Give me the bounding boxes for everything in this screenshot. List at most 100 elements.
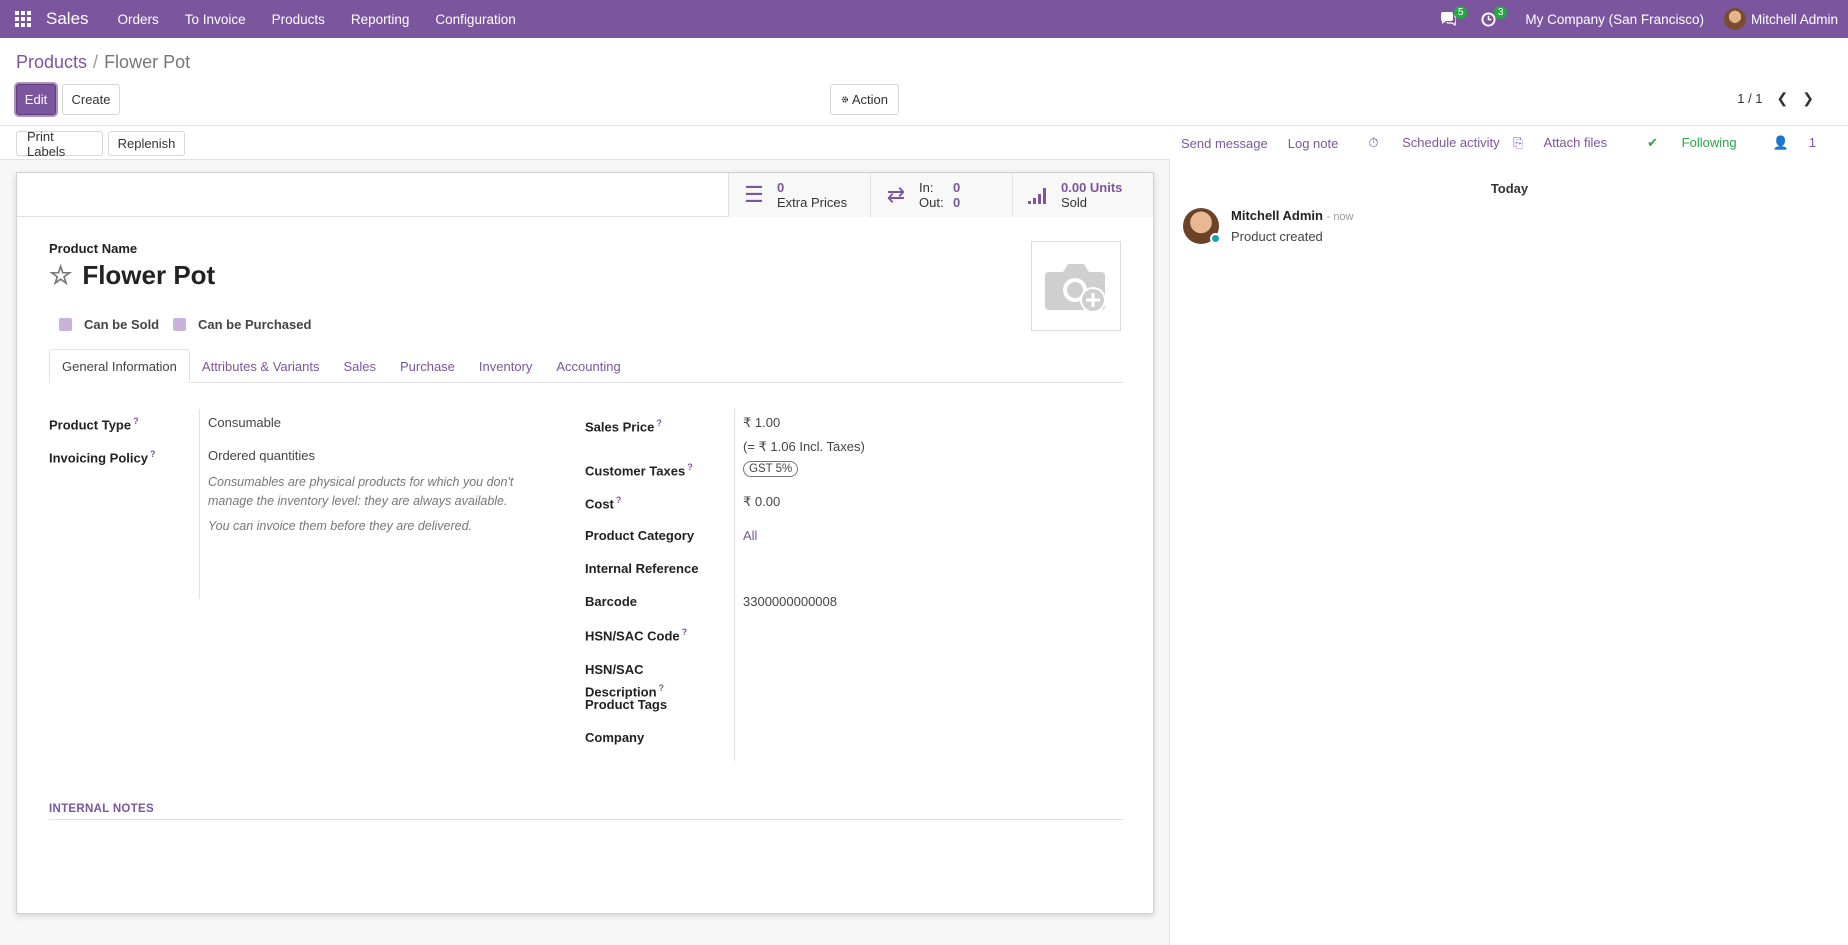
sales-price-field[interactable]: ₹ 1.00 (743, 415, 780, 431)
print-labels-button[interactable]: Print Labels (16, 129, 103, 159)
message-author[interactable]: Mitchell Admin (1231, 208, 1323, 223)
attach-files-button[interactable]: ⎘ Attach files (1503, 135, 1617, 151)
user-avatar (1723, 8, 1746, 30)
tab-general-information[interactable]: General Information (49, 349, 190, 383)
replenish-button[interactable]: Replenish (108, 131, 185, 156)
list-icon: ☰ (744, 182, 764, 207)
user-icon: 👤 (1772, 135, 1789, 150)
online-status-icon (1210, 233, 1221, 244)
breadcrumb-products[interactable]: Products (16, 52, 87, 72)
messages-button[interactable]: 5 (1433, 0, 1468, 38)
pager: 1 / 1 ❮ ❯ (1737, 90, 1814, 107)
invoicing-policy-select[interactable]: Ordered quantities (208, 448, 315, 463)
can-be-purchased-label: Can be Purchased (198, 317, 312, 332)
transfer-icon: ⇄ (886, 182, 906, 207)
user-menu[interactable]: Mitchell Admin (1723, 8, 1848, 30)
sales-price-label: Sales Price? (585, 418, 662, 435)
activities-badge: 3 (1493, 6, 1508, 19)
tab-purchase[interactable]: Purchase (388, 349, 467, 383)
can-be-sold-checkbox[interactable]: Can be Sold (59, 317, 159, 332)
message-body: Product created (1231, 229, 1323, 244)
create-button[interactable]: Create (62, 84, 120, 115)
breadcrumb-current: Flower Pot (104, 52, 191, 72)
menu-orders[interactable]: Orders (105, 12, 172, 27)
menu-reporting[interactable]: Reporting (338, 12, 423, 27)
out-value: 0 (953, 195, 961, 210)
action-button[interactable]: Action (830, 84, 899, 115)
cost-field[interactable]: ₹ 0.00 (743, 494, 780, 510)
company-label: Company (585, 730, 645, 745)
activities-button[interactable]: 3 (1473, 0, 1508, 38)
in-out-button[interactable]: ⇄ In: 0 Out: 0 (870, 173, 1012, 217)
product-name-label: Product Name (49, 241, 138, 256)
tab-attributes-variants[interactable]: Attributes & Variants (190, 349, 332, 383)
menu-configuration[interactable]: Configuration (422, 12, 528, 27)
customer-taxes-field[interactable]: GST 5% (743, 460, 799, 477)
product-type-select[interactable]: Consumable (208, 415, 281, 430)
edit-button[interactable]: Edit (16, 84, 56, 115)
sold-count: 0.00 Units (1061, 180, 1123, 195)
schedule-activity-button[interactable]: ⏱ Schedule activity (1358, 135, 1509, 151)
star-icon[interactable]: ☆ (49, 260, 72, 291)
product-name[interactable]: Flower Pot (82, 260, 215, 291)
followers-button[interactable]: 👤 1 (1763, 135, 1826, 151)
author-avatar[interactable] (1183, 208, 1221, 244)
sold-label: Sold (1061, 195, 1088, 210)
product-category-field[interactable]: All (743, 528, 757, 543)
checkbox-icon (173, 318, 186, 331)
statusbar: Print Labels Replenish (0, 126, 1170, 160)
clock-icon: ⏱ (1368, 135, 1379, 150)
tax-tag: GST 5% (743, 461, 799, 477)
invoice-hint: You can invoice them before they are del… (208, 519, 473, 533)
incl-taxes-text: (= ₹ 1.06 Incl. Taxes) (743, 439, 865, 454)
product-image[interactable] (1031, 241, 1121, 331)
paperclip-icon: ⎘ (1513, 135, 1524, 150)
date-separator: Today (1490, 181, 1529, 196)
chatter: Send message Log note ⏱ Schedule activit… (1171, 126, 1848, 945)
action-label: Action (851, 92, 888, 107)
sold-button[interactable]: 0.00 Units Sold (1012, 173, 1153, 217)
check-icon: ✔ (1647, 135, 1659, 150)
out-label: Out: (919, 195, 944, 210)
tab-accounting[interactable]: Accounting (544, 349, 632, 383)
breadcrumb: Products / Flower Pot (16, 52, 190, 73)
company-switcher[interactable]: My Company (San Francisco) (1513, 12, 1724, 27)
in-value: 0 (953, 180, 961, 195)
in-label: In: (919, 180, 934, 195)
chatter-topbar: Send message Log note ⏱ Schedule activit… (1171, 126, 1848, 160)
pager-value[interactable]: 1 / 1 (1737, 91, 1762, 106)
product-type-hint: Consumables are physical products for wh… (208, 475, 514, 508)
barcode-field[interactable]: 3300000000008 (743, 594, 837, 609)
tab-sales[interactable]: Sales (331, 349, 388, 383)
hsn-description-label: HSN/SAC Description? (585, 662, 665, 700)
internal-reference-label: Internal Reference (585, 561, 699, 576)
pager-next-icon[interactable]: ❯ (1802, 90, 1814, 107)
app-name[interactable]: Sales (46, 9, 89, 29)
user-name: Mitchell Admin (1750, 11, 1838, 27)
barcode-label: Barcode (585, 594, 638, 609)
extra-prices-count: 0 (777, 180, 785, 195)
extra-prices-button[interactable]: ☰ 0 Extra Prices (728, 173, 870, 217)
pager-previous-icon[interactable]: ❮ (1777, 90, 1789, 107)
log-note-button[interactable]: Log note (1288, 136, 1339, 151)
send-message-button[interactable]: Send message (1181, 136, 1268, 151)
notebook-tabs: General Information Attributes & Variant… (49, 349, 1123, 383)
apps-menu-icon[interactable] (0, 0, 46, 38)
control-panel: Products / Flower Pot Edit Create Action 1… (0, 38, 1848, 126)
form-sheet: ☰ 0 Extra Prices ⇄ In: 0 Out: 0 0.00 Units S… (16, 172, 1154, 914)
smart-buttons: ☰ 0 Extra Prices ⇄ In: 0 Out: 0 0.00 Units S… (728, 173, 1153, 217)
following-button[interactable]: ✔ Following (1637, 135, 1746, 151)
checkbox-icon (59, 318, 72, 331)
hsn-code-label: HSN/SAC Code? (585, 627, 688, 644)
product-type-label: Product Type? (49, 416, 139, 433)
gear-icon (841, 96, 849, 103)
message-time: - now (1326, 211, 1354, 223)
product-tags-label: Product Tags (585, 697, 668, 712)
menu-to-invoice[interactable]: To Invoice (172, 12, 259, 27)
can-be-purchased-checkbox[interactable]: Can be Purchased (173, 317, 311, 332)
tab-inventory[interactable]: Inventory (467, 349, 544, 383)
menu-products[interactable]: Products (259, 12, 338, 27)
top-navbar: Sales Orders To Invoice Products Reporti… (0, 0, 1848, 38)
messages-badge: 5 (1453, 6, 1468, 19)
invoicing-policy-label: Invoicing Policy? (49, 449, 156, 466)
